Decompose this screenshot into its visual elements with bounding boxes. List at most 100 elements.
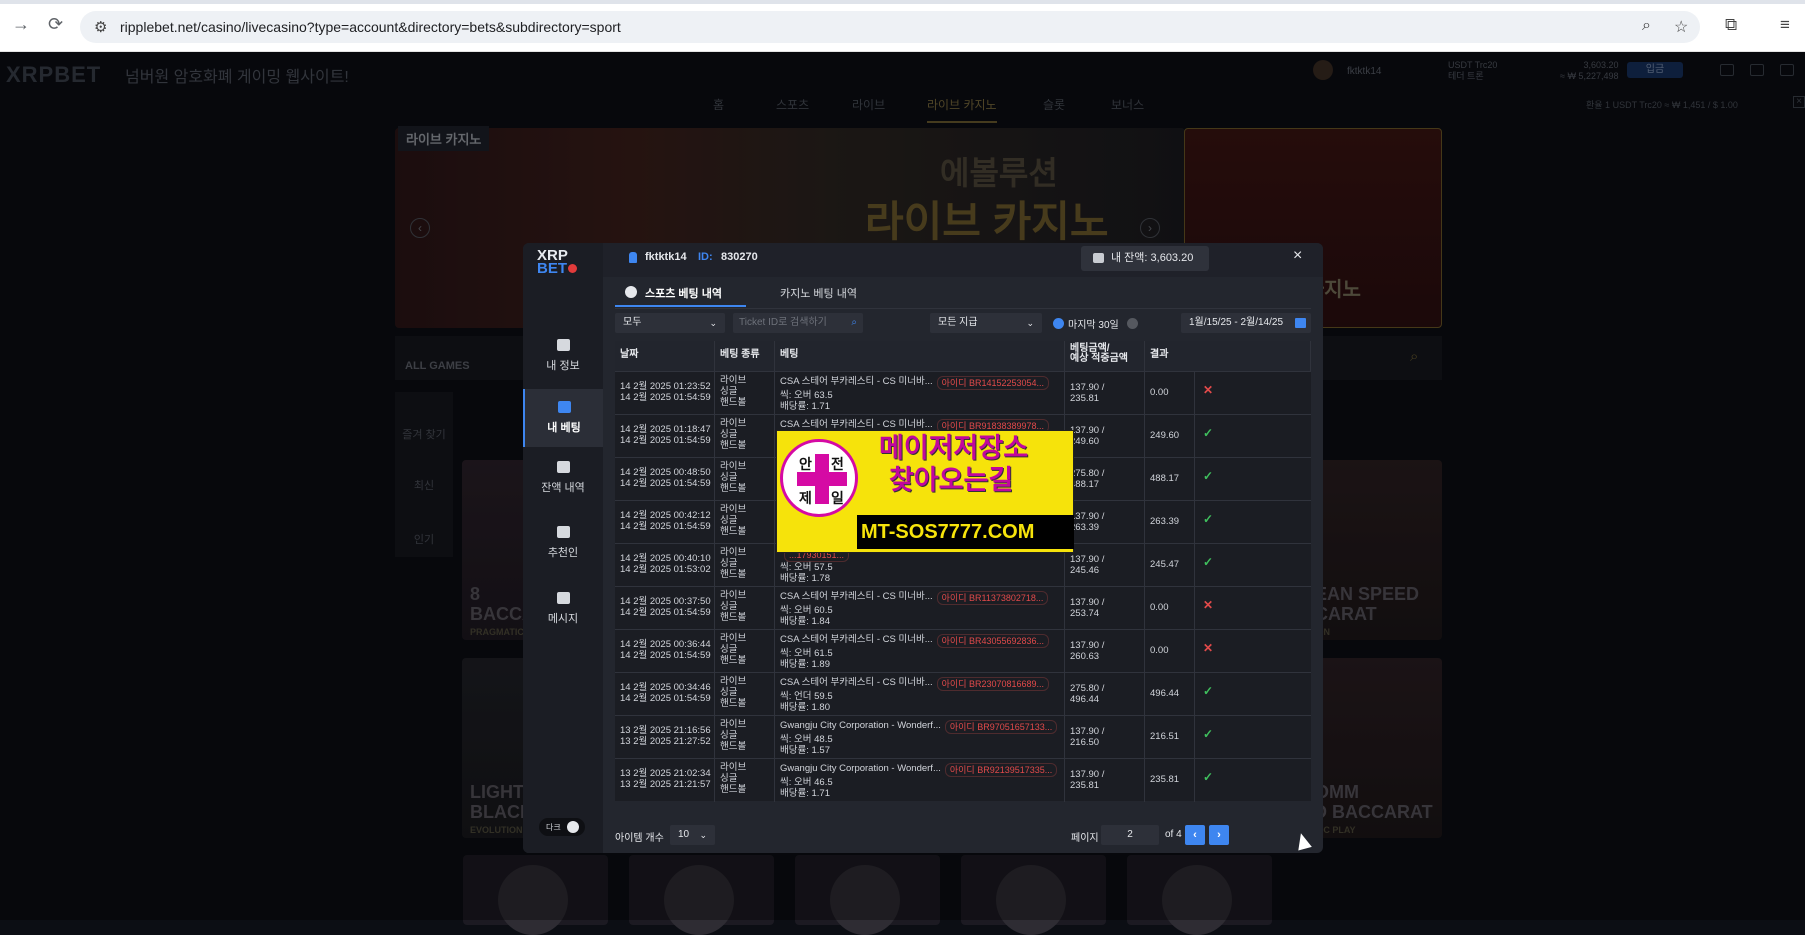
cross-icon: ✕ bbox=[1202, 383, 1214, 397]
chevron-down-icon: ⌄ bbox=[699, 830, 707, 840]
col-date: 날짜 bbox=[615, 341, 715, 371]
ad-line-2: 찾아오는길 bbox=[889, 465, 1014, 495]
bet-ticket-id[interactable]: 아이디 BR23070816689... bbox=[936, 677, 1050, 691]
id-value: 830270 bbox=[721, 251, 758, 263]
bet-amount: 137.90 /249.60 bbox=[1065, 415, 1145, 458]
potential-win: 496.44 bbox=[1070, 694, 1100, 705]
sidebar-item-messages[interactable]: 메시지 bbox=[523, 584, 603, 642]
bets-table: 날짜 베팅 종류 베팅 베팅금액/ 예상 적중금액 결과 14 2월 2025 … bbox=[615, 341, 1311, 802]
sidebar-item-my-bets[interactable]: 내 베팅 bbox=[523, 389, 603, 447]
bet-ticket-id[interactable]: 아이디 BR97051657133... bbox=[944, 720, 1058, 734]
tab-casino-bets[interactable]: 카지노 베팅 내역 bbox=[780, 285, 857, 301]
bet-event: CSA 스테어 부카레스티 - CS 미너바... bbox=[780, 634, 933, 645]
potential-win: 253.74 bbox=[1070, 608, 1100, 619]
ticket-search-input[interactable]: Ticket ID로 검색하기 ⌕ bbox=[733, 313, 863, 333]
sidebar-item-referral[interactable]: 추천인 bbox=[523, 518, 603, 576]
stake: 137.90 / bbox=[1070, 511, 1105, 522]
bet-ticket-id[interactable]: 아이디 BR11373802718... bbox=[936, 591, 1049, 605]
bet-pick: 씩: 오버 63.5 bbox=[780, 390, 833, 401]
bet-ticket-id[interactable]: 아이디 BR14152253054... bbox=[936, 376, 1050, 390]
address-bar[interactable]: ⚙ ripplebet.net/casino/livecasino?type=a… bbox=[80, 11, 1700, 43]
bet-kind: 라이브 싱글 핸드볼 bbox=[715, 587, 775, 630]
site-settings-icon[interactable]: ⚙ bbox=[94, 18, 107, 36]
page-input[interactable]: 2 bbox=[1101, 825, 1159, 845]
prev-page-button[interactable]: ‹ bbox=[1185, 825, 1205, 845]
close-icon[interactable]: × bbox=[1293, 247, 1302, 265]
sidebar-item-label: 추천인 bbox=[547, 547, 579, 559]
bet-odds: 배당률: 1.57 bbox=[780, 745, 830, 756]
potential-win: 488.17 bbox=[1070, 479, 1100, 490]
bet-result: 0.00 bbox=[1145, 372, 1195, 415]
bet-kind: 라이브 싱글 핸드볼 bbox=[715, 630, 775, 673]
stake: 137.90 / bbox=[1070, 382, 1105, 393]
forward-icon[interactable]: → bbox=[12, 14, 30, 35]
table-row[interactable]: 14 2월 2025 00:36:44 14 2월 2025 01:54:59 라이… bbox=[615, 629, 1311, 673]
bet-pick: 씩: 오버 61.5 bbox=[780, 648, 833, 659]
custom-range-radio[interactable] bbox=[1127, 318, 1138, 329]
bet-pick: 씩: 오버 57.5 bbox=[780, 562, 833, 573]
bet-result: 245.47 bbox=[1145, 544, 1195, 587]
theme-toggle[interactable]: 다크 bbox=[539, 818, 585, 836]
calendar-icon[interactable] bbox=[1295, 318, 1306, 328]
col-amount: 베팅금액/ 예상 적중금액 bbox=[1065, 341, 1145, 371]
bet-pick: 씩: 오버 60.5 bbox=[780, 605, 833, 616]
bet-event: CSA 스테어 부카레스티 - CS 미너바... bbox=[780, 376, 933, 387]
bet-date: 14 2월 2025 00:40:10 14 2월 2025 01:53:02 bbox=[615, 544, 715, 587]
placed-date: 14 2월 2025 00:40:10 bbox=[620, 553, 711, 564]
date-range-value: 1월/15/25 - 2월/14/25 bbox=[1189, 317, 1284, 328]
date-range-input[interactable]: 1월/15/25 - 2월/14/25 bbox=[1181, 313, 1311, 333]
bet-details: CSA 스테어 부카레스티 - CS 미너바... 아이디 BR141522530… bbox=[775, 372, 1065, 415]
user-icon bbox=[629, 252, 637, 263]
sidebar-item-balance-history[interactable]: 잔액 내역 bbox=[523, 453, 603, 511]
extensions-icon[interactable]: ⧉ bbox=[1725, 15, 1737, 35]
bet-type-select[interactable]: 모두 ⌄ bbox=[615, 313, 725, 333]
placed-date: 14 2월 2025 01:18:47 bbox=[620, 424, 711, 435]
search-icon[interactable]: ⌕ bbox=[851, 313, 857, 333]
next-page-button[interactable]: › bbox=[1209, 825, 1229, 845]
check-icon: ✓ bbox=[1202, 512, 1214, 526]
bet-ticket-id[interactable]: 아이디 BR92139517335... bbox=[944, 763, 1058, 777]
ad-banner[interactable]: 안 전 제 일 메이저저장소 찾아오는길 MT-SOS7777.COM bbox=[776, 430, 1074, 553]
bet-result: 0.00 bbox=[1145, 587, 1195, 630]
table-row[interactable]: 14 2월 2025 00:37:50 14 2월 2025 01:54:59 라이… bbox=[615, 586, 1311, 630]
items-per-page-select[interactable]: 10 ⌄ bbox=[670, 825, 715, 845]
modal-logo-bottom: BET bbox=[537, 260, 567, 277]
tab-sports-bets[interactable]: 스포츠 베팅 내역 bbox=[645, 285, 722, 301]
table-row[interactable]: 13 2월 2025 21:16:56 13 2월 2025 21:27:52 라이… bbox=[615, 715, 1311, 759]
payout-select[interactable]: 모든 지급 ⌄ bbox=[930, 313, 1042, 333]
reload-icon[interactable]: ⟳ bbox=[48, 14, 63, 35]
placed-date: 14 2월 2025 00:34:46 bbox=[620, 682, 711, 693]
bet-date: 14 2월 2025 00:36:44 14 2월 2025 01:54:59 bbox=[615, 630, 715, 673]
settled-date: 14 2월 2025 01:54:59 bbox=[620, 650, 711, 661]
bet-event: Gwangju City Corporation - Wonderf... bbox=[780, 763, 941, 774]
url-text[interactable]: ripplebet.net/casino/livecasino?type=acc… bbox=[120, 19, 621, 35]
bet-amount: 137.90 /235.81 bbox=[1065, 372, 1145, 415]
table-row[interactable]: 14 2월 2025 00:34:46 14 2월 2025 01:54:59 라이… bbox=[615, 672, 1311, 716]
ad-url: MT-SOS7777.COM bbox=[861, 521, 1035, 543]
table-row[interactable]: 13 2월 2025 21:02:34 13 2월 2025 21:21:57 라이… bbox=[615, 758, 1311, 802]
theme-label: 다크 bbox=[546, 823, 561, 832]
bet-kind: 라이브 싱글 핸드볼 bbox=[715, 372, 775, 415]
modal-username: fktktk14 bbox=[645, 251, 687, 263]
moon-icon bbox=[567, 821, 579, 833]
payout-value: 모든 지급 bbox=[938, 317, 978, 328]
modal-sidebar: XRP BET 내 정보 내 베팅 잔액 내역 추천인 메시지 다크 bbox=[523, 243, 603, 853]
browser-toolbar: → ⟳ ⚙ ripplebet.net/casino/livecasino?ty… bbox=[0, 0, 1805, 52]
menu-icon[interactable]: ≡ bbox=[1780, 15, 1790, 35]
placed-date: 14 2월 2025 00:36:44 bbox=[620, 639, 711, 650]
bet-date: 13 2월 2025 21:16:56 13 2월 2025 21:27:52 bbox=[615, 716, 715, 759]
tab-strip-edge bbox=[0, 0, 1805, 4]
table-row[interactable]: 14 2월 2025 01:23:52 14 2월 2025 01:54:59 라이… bbox=[615, 371, 1311, 415]
zoom-icon[interactable]: ⌕ bbox=[1642, 17, 1651, 35]
placed-date: 13 2월 2025 21:02:34 bbox=[620, 768, 711, 779]
sidebar-item-my-info[interactable]: 내 정보 bbox=[523, 331, 603, 389]
last-30-days-label: 마지막 30일 bbox=[1068, 320, 1119, 331]
ad-circle-char: 일 bbox=[831, 490, 844, 506]
bet-kind: 라이브 싱글 핸드볼 bbox=[715, 716, 775, 759]
cross-icon: ✕ bbox=[1202, 598, 1214, 612]
bookmark-star-icon[interactable]: ☆ bbox=[1674, 17, 1688, 37]
items-per-page-value: 10 bbox=[678, 829, 690, 840]
last-30-days-radio[interactable] bbox=[1053, 318, 1064, 329]
bet-amount: 137.90 /260.63 bbox=[1065, 630, 1145, 673]
bet-ticket-id[interactable]: 아이디 BR43055692836... bbox=[936, 634, 1050, 648]
